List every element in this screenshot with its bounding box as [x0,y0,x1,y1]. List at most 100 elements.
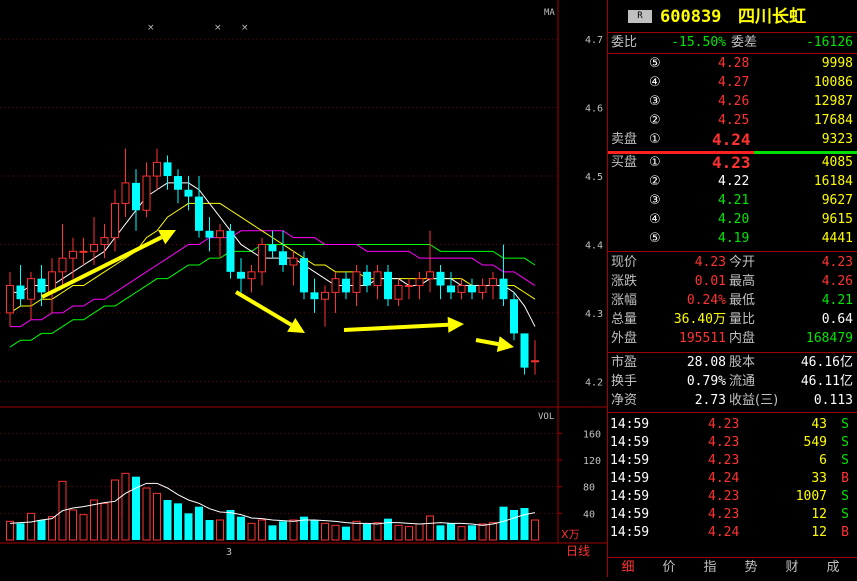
tick-time: 14:59 [610,525,650,540]
quote-label: 外盘 [611,331,638,346]
volume-bar [310,520,319,540]
arrow-shaft [234,290,293,327]
level-marker: ① [649,132,661,147]
candle-body [489,278,497,287]
panel-tab[interactable]: 细 [610,558,646,578]
candle-body [279,251,287,265]
volume-bar [226,510,235,540]
fundamental-value: 0.113 [813,393,853,408]
ask-price: 4.28 [718,56,750,71]
price-tick-label: 4.6 [585,104,603,115]
kline-chart[interactable]: 4.7 4.6 4.5 4.4 4.3 4.2 160 120 80 40 × × × MA V… [0,0,607,577]
bid-row[interactable]: 买盘 ① 4.23 4085 [608,153,857,173]
price-tick-label: 4.3 [585,309,603,320]
panel-tab[interactable]: 指 [692,558,728,578]
volume-bar [100,502,109,541]
candle-body [321,291,329,300]
marker-x: × [147,23,155,33]
ask-price: 4.27 [718,75,750,90]
candle-body [363,271,371,286]
level-marker: ① [649,155,661,170]
candle-body [373,271,382,287]
volume-bar [121,472,130,541]
weibi-row: 委比 -15.50% 委差 -16126 [608,33,857,53]
volume-bar [174,503,182,540]
badge: R [628,10,652,23]
tick-volume: 1007 [795,489,827,504]
ask-row[interactable]: ⑤ 4.28 9998 [608,54,857,74]
tick-side: S [841,489,849,504]
ask-row[interactable]: ④ 4.27 10086 [608,73,857,93]
ask-volume: 12987 [813,94,853,109]
candle-body [300,258,308,293]
marker-x: × [241,23,249,33]
candle-body [394,285,403,300]
volume-bar [184,513,193,540]
period-tab[interactable]: 日线 [566,544,590,558]
fundamental-value: 46.16亿 [800,355,853,370]
tick-volume: 6 [819,453,827,468]
candle-body [121,182,130,204]
weibi-label: 委比 [611,35,638,50]
volume-bar [405,526,413,541]
bid-volume: 16184 [813,174,853,189]
ask-volume: 17684 [813,113,853,128]
candle-body [27,278,35,300]
volume-bar [342,526,350,540]
bid-price: 4.21 [718,193,750,208]
ask-row[interactable]: ③ 4.26 12987 [608,92,857,112]
tick-price: 4.23 [708,507,740,522]
volume-bar [163,500,172,540]
level-marker: ④ [649,212,661,227]
tick-row: 14:59 4.23 1007 S [608,488,857,506]
volume-tick-label: 120 [583,456,601,467]
ask-row[interactable]: 卖盘 ① 4.24 9323 [608,130,857,150]
candle-body [289,257,298,266]
candle-body [142,175,151,211]
volume-tick-label: 40 [583,509,595,520]
candle-body [268,244,277,252]
fundamental-row: 市盈 28.08 股本 46.16亿 [608,353,857,373]
volume-bar [520,508,529,540]
volume-bar [27,512,35,541]
candle-body [478,285,487,293]
tick-volume: 549 [803,435,827,450]
kline-chart-svg[interactable]: 4.7 4.6 4.5 4.4 4.3 4.2 160 120 80 40 × × × MA V… [0,0,607,577]
quote-value: 195511 [679,331,726,346]
tick-row: 14:59 4.23 12 S [608,506,857,524]
volume-bar [16,523,25,540]
candle-body [510,299,518,334]
tick-side: S [841,453,849,468]
ask-volume: 9323 [821,132,853,147]
bid-price: 4.20 [718,212,750,227]
tick-time: 14:59 [610,507,650,522]
panel-tab[interactable]: 成 [815,558,851,578]
candle-body [457,285,466,293]
bid-row[interactable]: ⑤ 4.19 4441 [608,229,857,249]
quote-value: 0.64 [821,312,853,327]
panel-tab[interactable]: 财 [774,558,810,578]
volume-bar [394,524,403,541]
bid-row[interactable]: ④ 4.20 9615 [608,210,857,230]
bid-row[interactable]: ③ 4.21 9627 [608,191,857,211]
candle-body [436,271,445,286]
candle-body [6,285,14,314]
volume-bar [205,520,214,540]
candle-body [415,278,424,287]
ask-row[interactable]: ② 4.25 17684 [608,111,857,131]
bid-volume: 4085 [821,155,853,170]
volume-bar [90,499,98,541]
fundamental-value: 0.79% [686,374,726,389]
bid-row[interactable]: ② 4.22 16184 [608,172,857,192]
panel-tab[interactable]: 价 [651,558,687,578]
tick-volume: 12 [811,507,827,522]
panel-tab[interactable]: 势 [733,558,769,578]
tick-time: 14:59 [610,471,650,486]
level-marker: ② [649,174,661,189]
weibi-value: -15.50% [671,35,726,50]
candle-body [153,161,161,177]
ask-price: 4.26 [718,94,750,109]
volume-bar [457,526,466,541]
candle-body [342,278,350,293]
candle-body [132,182,140,211]
